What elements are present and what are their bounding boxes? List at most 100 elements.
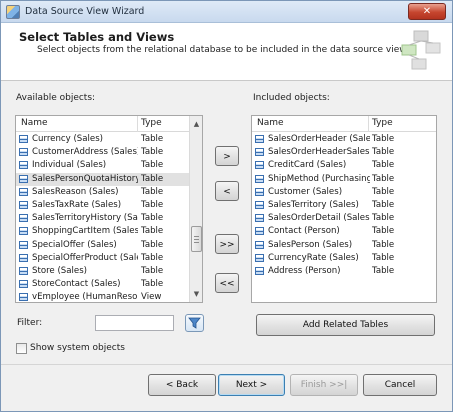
filter-input[interactable] xyxy=(95,315,174,331)
list-item[interactable]: Contact (Person) Table xyxy=(252,225,436,238)
object-type: Table xyxy=(372,266,395,276)
table-icon xyxy=(19,187,28,196)
list-item[interactable]: CreditCard (Sales) Table xyxy=(252,159,436,172)
add-all-button[interactable]: >> xyxy=(215,234,239,254)
object-name: ShoppingCartItem (Sales) xyxy=(32,226,138,237)
object-name: SalesTerritory (Sales) xyxy=(268,200,359,210)
object-type: Table xyxy=(141,252,164,263)
object-name: vEmployee (HumanResou... xyxy=(32,292,138,303)
list-item[interactable]: SalesOrderHeaderSalesRe...Table xyxy=(252,146,436,159)
object-type: Table xyxy=(372,186,395,197)
list-item[interactable]: Address (Person) Table xyxy=(252,265,436,278)
object-name: SalesReason (Sales) xyxy=(32,186,119,197)
window-title: Data Source View Wizard xyxy=(25,6,145,17)
table-icon xyxy=(19,280,28,289)
available-list-scrollbar[interactable]: ▲ ▼ xyxy=(189,116,202,302)
name-column-header[interactable]: Name xyxy=(257,118,284,128)
finish-button[interactable]: Finish >>| xyxy=(290,374,358,396)
list-item[interactable]: Customer (Sales) Table xyxy=(252,186,436,199)
list-item[interactable]: SpecialOffer (Sales) Table xyxy=(16,239,189,252)
table-icon xyxy=(255,148,264,157)
available-objects-label: Available objects: xyxy=(16,93,96,103)
scroll-up-arrow-icon[interactable]: ▲ xyxy=(190,117,202,131)
list-item[interactable]: vEmployee (HumanResou...View xyxy=(16,291,189,303)
table-icon xyxy=(255,240,264,249)
filter-label: Filter: xyxy=(17,318,43,328)
object-name: ShipMethod (Purchasing) xyxy=(268,173,370,184)
type-column-header[interactable]: Type xyxy=(372,118,393,128)
page-subtitle: Select objects from the relational datab… xyxy=(37,45,409,55)
list-item[interactable]: SalesTerritory (Sales) Table xyxy=(252,199,436,212)
filter-button[interactable] xyxy=(185,314,204,332)
type-column-header[interactable]: Type xyxy=(141,118,162,128)
scroll-thumb[interactable] xyxy=(191,226,202,252)
object-type: Table xyxy=(372,147,395,158)
list-item[interactable]: SalesReason (Sales) Table xyxy=(16,186,189,199)
wizard-graphic-icon xyxy=(401,30,441,70)
scroll-down-arrow-icon[interactable]: ▼ xyxy=(190,287,202,301)
object-type: Table xyxy=(141,213,164,224)
table-icon xyxy=(19,267,28,275)
table-icon xyxy=(255,161,264,170)
object-name: SalesTerritoryHistory (Sales) xyxy=(32,213,138,224)
wizard-window: Data Source View Wizard ✕ Select Tables … xyxy=(0,0,453,412)
cancel-button[interactable]: Cancel xyxy=(363,374,437,396)
list-item[interactable]: ShipMethod (Purchasing) Table xyxy=(252,173,436,186)
object-name: SalesTaxRate (Sales) xyxy=(32,200,122,210)
table-icon xyxy=(255,187,264,196)
list-item[interactable]: ShoppingCartItem (Sales) Table xyxy=(16,225,189,238)
object-type: Table xyxy=(141,186,164,197)
list-item[interactable]: Currency (Sales) Table xyxy=(16,133,189,146)
object-name: CustomerAddress (Sales) xyxy=(32,147,138,158)
add-selected-button[interactable]: > xyxy=(215,146,239,166)
close-button[interactable]: ✕ xyxy=(408,3,446,20)
list-item[interactable]: SalesOrderDetail (Sales) Table xyxy=(252,212,436,225)
table-icon xyxy=(19,227,28,236)
object-type: Table xyxy=(372,239,395,250)
object-type: Table xyxy=(141,239,164,250)
show-system-objects-label[interactable]: Show system objects xyxy=(30,343,125,353)
remove-all-button[interactable]: << xyxy=(215,273,239,293)
app-icon xyxy=(6,5,20,19)
list-item[interactable]: Individual (Sales) Table xyxy=(16,159,189,172)
object-type: Table xyxy=(141,226,164,237)
list-item[interactable]: SalesPersonQuotaHistory ...Table xyxy=(16,172,189,186)
list-item[interactable]: SalesTerritoryHistory (Sales)Table xyxy=(16,212,189,225)
remove-selected-button[interactable]: < xyxy=(215,181,239,201)
object-type: Table xyxy=(141,173,164,184)
table-icon xyxy=(19,148,28,157)
available-objects-list[interactable]: Name Type Currency (Sales) Table CustomerA… xyxy=(15,115,203,303)
object-type: Table xyxy=(141,200,164,210)
object-name: Customer (Sales) xyxy=(268,186,343,197)
object-type: Table xyxy=(141,147,164,158)
object-type: Table xyxy=(372,173,395,184)
table-icon xyxy=(255,253,264,262)
included-objects-list[interactable]: Name Type SalesOrderHeader (Sales) Table S… xyxy=(251,115,437,303)
object-name: CreditCard (Sales) xyxy=(268,160,347,171)
add-related-tables-button[interactable]: Add Related Tables xyxy=(256,314,435,336)
list-item[interactable]: StoreContact (Sales) Table xyxy=(16,278,189,291)
table-icon xyxy=(19,174,28,183)
object-type: Table xyxy=(372,160,395,171)
list-item[interactable]: SalesOrderHeader (Sales) Table xyxy=(252,133,436,146)
footer-divider xyxy=(1,364,452,365)
table-icon xyxy=(255,174,264,183)
list-item[interactable]: CurrencyRate (Sales) Table xyxy=(252,252,436,265)
object-name: StoreContact (Sales) xyxy=(32,279,121,290)
title-bar[interactable]: Data Source View Wizard ✕ xyxy=(1,1,452,23)
object-name: CurrencyRate (Sales) xyxy=(268,252,359,263)
list-item[interactable]: SpecialOfferProduct (Sales) Table xyxy=(16,252,189,265)
back-button[interactable]: < Back xyxy=(148,374,216,396)
next-button[interactable]: Next > xyxy=(218,374,285,396)
object-name: SalesPerson (Sales) xyxy=(268,239,353,250)
object-type: Table xyxy=(372,252,395,263)
list-item[interactable]: SalesPerson (Sales) Table xyxy=(252,239,436,252)
show-system-objects-checkbox[interactable] xyxy=(16,343,27,354)
list-item[interactable]: SalesTaxRate (Sales) Table xyxy=(16,199,189,212)
object-name: Store (Sales) xyxy=(32,266,88,276)
name-column-header[interactable]: Name xyxy=(21,118,48,128)
object-type: View xyxy=(141,292,162,303)
list-item[interactable]: Store (Sales) Table xyxy=(16,265,189,278)
page-title: Select Tables and Views xyxy=(19,30,175,44)
list-item[interactable]: CustomerAddress (Sales) Table xyxy=(16,146,189,159)
